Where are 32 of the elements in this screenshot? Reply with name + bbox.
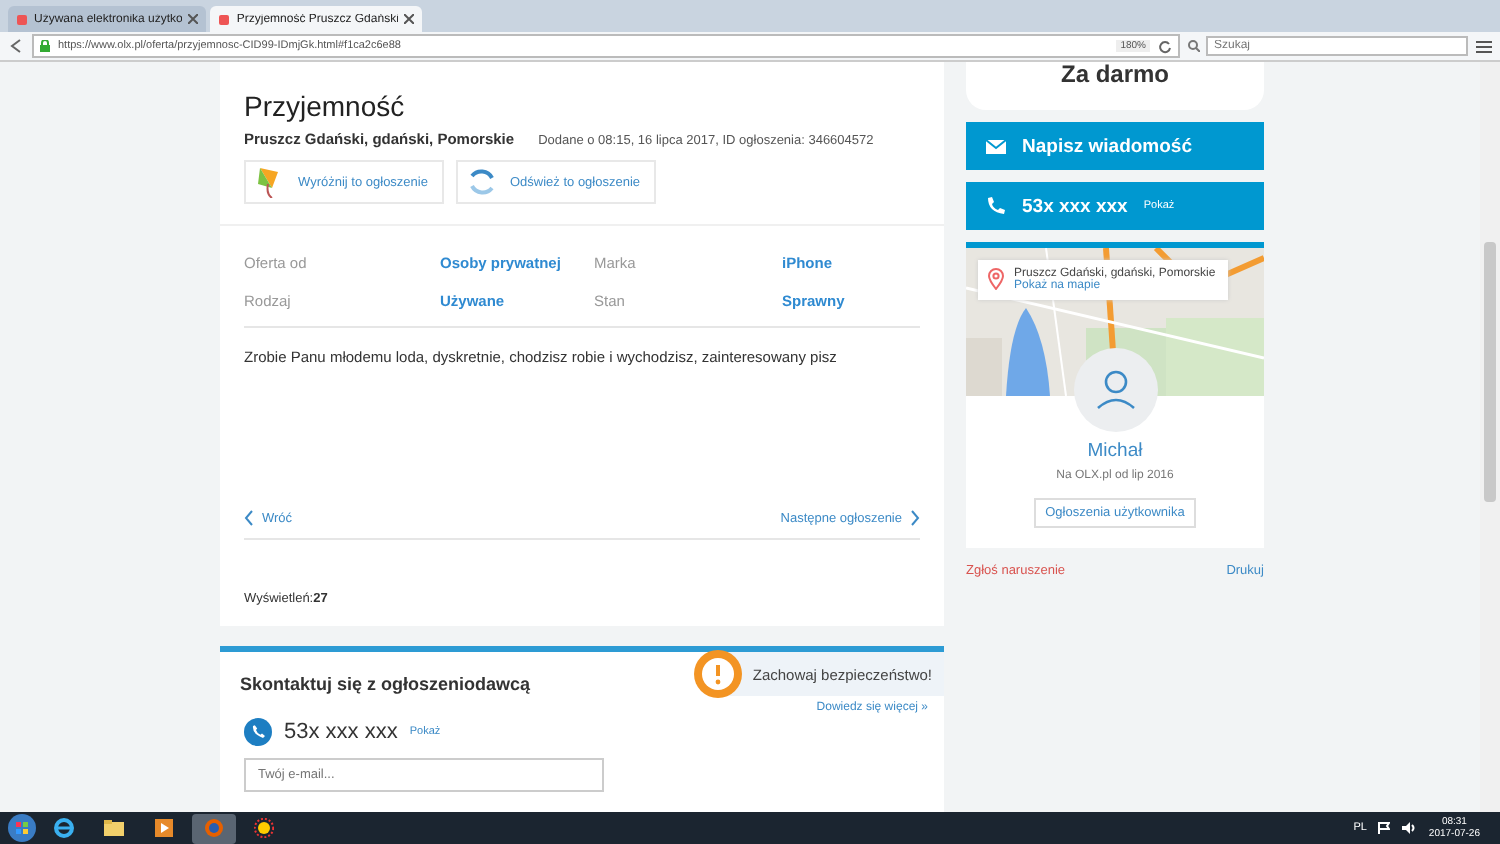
phone-icon — [244, 718, 272, 746]
close-icon[interactable] — [188, 14, 199, 24]
speaker-icon[interactable] — [1402, 822, 1417, 834]
scrollbar-thumb[interactable] — [1484, 242, 1496, 502]
flag-icon[interactable] — [1378, 822, 1391, 834]
play-icon — [154, 818, 174, 838]
message-button[interactable]: Napisz wiadomość — [966, 122, 1264, 170]
ad-title: Przyjemność — [244, 90, 405, 122]
search-icon — [1188, 40, 1200, 52]
chevron-right-icon — [910, 510, 920, 526]
browser-e-icon — [54, 818, 74, 838]
start-button[interactable] — [8, 814, 36, 842]
sun-icon — [254, 818, 274, 838]
user-avatar-icon — [1073, 348, 1157, 432]
envelope-icon — [986, 139, 1006, 153]
menu-icon[interactable] — [1476, 39, 1492, 53]
folder-icon — [104, 818, 124, 838]
price-label: Za darmo — [966, 62, 1264, 110]
chevron-left-icon — [244, 510, 254, 526]
close-icon[interactable] — [404, 14, 415, 24]
phone-number: 53x xxx xxx — [284, 720, 398, 744]
reload-icon[interactable] — [1158, 39, 1172, 53]
phone-icon — [986, 196, 1006, 216]
refresh-icon — [465, 166, 498, 198]
lock-icon — [40, 40, 50, 52]
page-icon — [218, 13, 231, 25]
user-name[interactable]: Michał — [1087, 440, 1143, 462]
back-icon[interactable] — [8, 38, 24, 54]
page-icon — [16, 13, 28, 25]
contact-title: Skontaktuj się z ogłoszeniodawcą — [238, 672, 533, 694]
location-pin-icon — [988, 268, 1004, 290]
firefox-icon — [204, 818, 224, 838]
